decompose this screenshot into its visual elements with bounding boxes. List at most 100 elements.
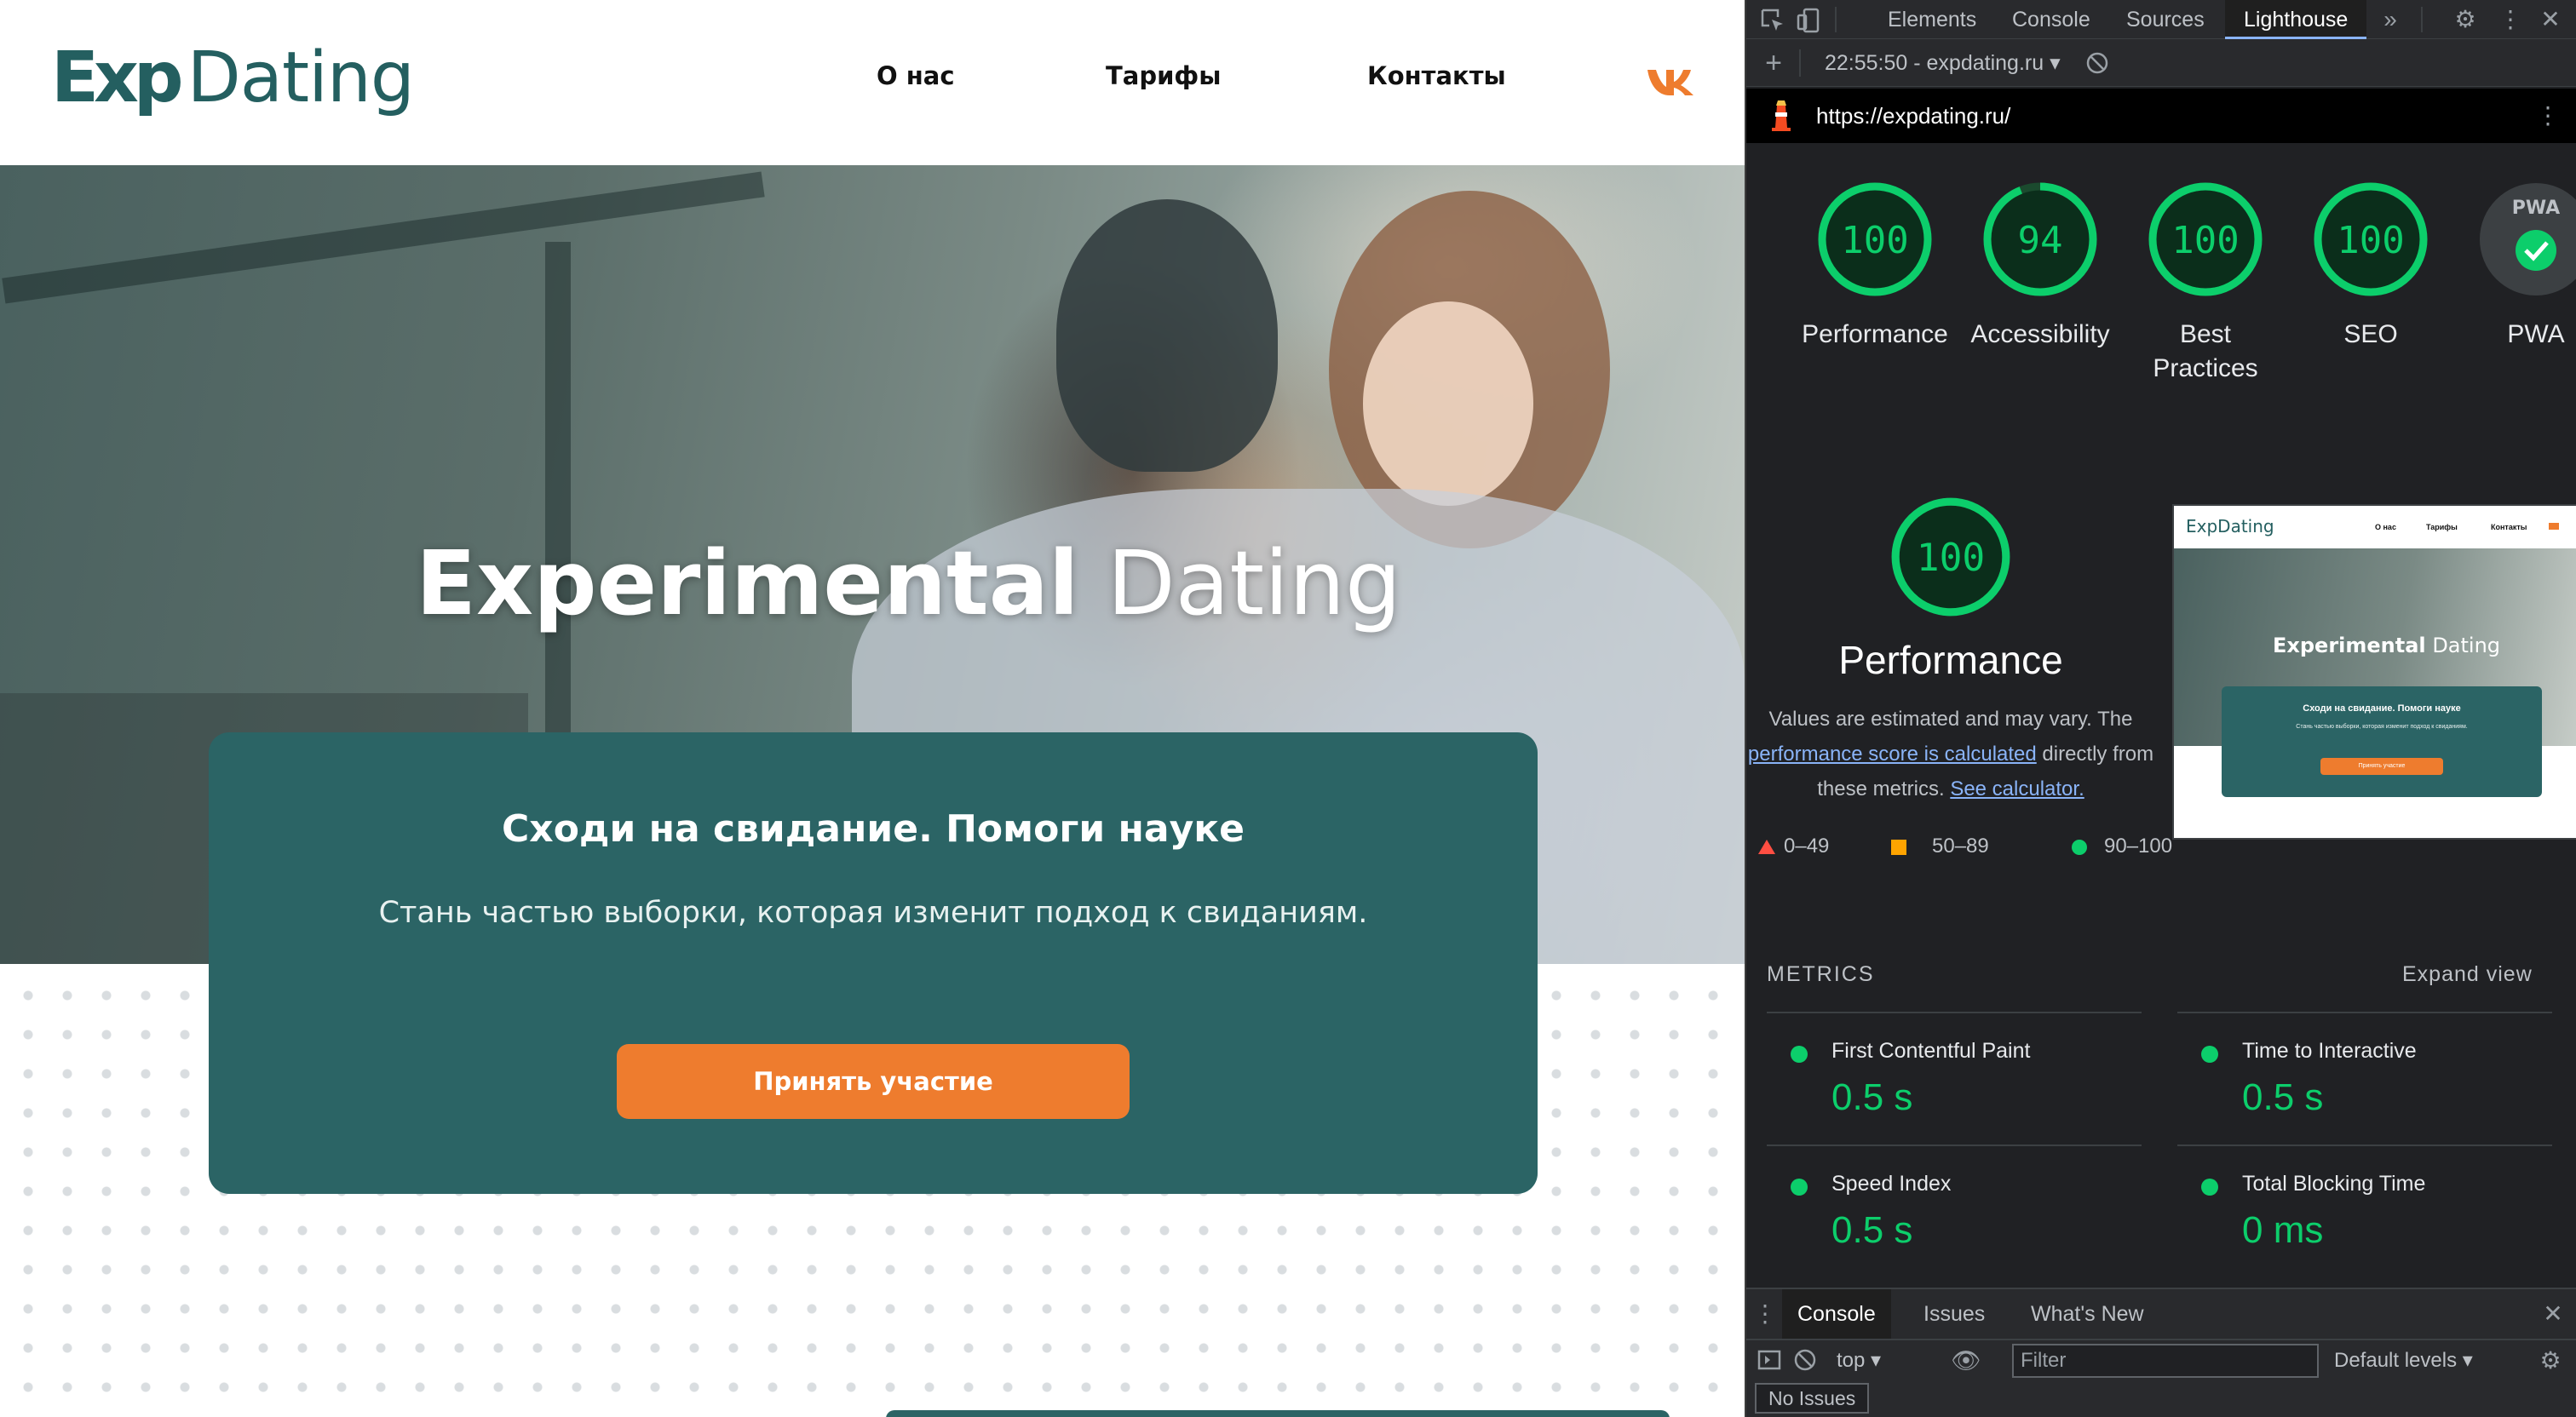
metric-name: Speed Index xyxy=(1831,1172,1952,1196)
fail-triangle-icon xyxy=(1758,840,1775,855)
device-toolbar-icon[interactable] xyxy=(1796,7,1823,34)
drawer-close-icon[interactable]: ✕ xyxy=(2539,1293,2567,1335)
gauge-value-performance: 100 xyxy=(1841,219,1908,262)
average-square-icon xyxy=(1891,839,1906,855)
perf-score-link[interactable]: performance score is calculated xyxy=(1748,743,2037,766)
chevron-down-icon: ▾ xyxy=(2050,51,2061,75)
clear-console-icon[interactable] xyxy=(1792,1347,1818,1373)
tab-lighthouse[interactable]: Lighthouse xyxy=(2225,0,2367,39)
final-screenshot-thumbnail[interactable]: ExpDating О нас Тарифы Контакты Experime… xyxy=(2172,504,2576,840)
hero-title: Experimental Dating xyxy=(416,531,1402,635)
gauge-pwa[interactable]: PWA PWA xyxy=(2472,175,2576,352)
report-menu-icon[interactable]: ⋮ xyxy=(2535,97,2561,135)
metric-value: 0.5 s xyxy=(1831,1076,1913,1118)
hero-background-beam xyxy=(2,171,765,304)
new-report-plus-icon[interactable]: + xyxy=(1758,43,1789,83)
report-selector[interactable]: 22:55:50 - expdating.ru ▾ xyxy=(1825,39,2061,87)
vk-icon[interactable] xyxy=(1646,66,1695,95)
gauge-performance[interactable]: 100 Performance xyxy=(1802,175,1948,352)
legend-average: 50–89 xyxy=(1891,835,1989,858)
nav-contacts[interactable]: Контакты xyxy=(1367,61,1506,90)
thumb-nav-pricing: Тарифы xyxy=(2426,523,2458,531)
metrics-header: METRICS xyxy=(1767,962,1875,986)
console-filter-input[interactable]: Filter xyxy=(2012,1344,2319,1378)
drawer-tab-whats-new[interactable]: What's New xyxy=(2031,1289,2144,1339)
pass-circle-icon xyxy=(2072,839,2087,855)
performance-section-title: Performance xyxy=(1838,638,2063,682)
show-sidebar-icon[interactable] xyxy=(1757,1347,1782,1373)
report-url[interactable]: https://expdating.ru/ xyxy=(1816,89,2010,143)
devtools-tabbar: Elements Console Sources Lighthouse » ⚙ … xyxy=(1746,0,2576,39)
metric-value: 0.5 s xyxy=(2242,1076,2324,1118)
perf-desc-line-3: these metrics. xyxy=(1817,777,1945,800)
metric-value: 0 ms xyxy=(2242,1209,2324,1251)
settings-gear-icon[interactable]: ⚙ xyxy=(2448,0,2482,39)
thumb-cta: Принять участие xyxy=(2320,758,2443,775)
gauge-value-best-practices: 100 xyxy=(2171,219,2239,262)
tab-elements[interactable]: Elements xyxy=(1888,0,1976,39)
card-title: Сходи на свидание. Помоги науке xyxy=(502,807,1245,851)
hero-card: Сходи на свидание. Помоги науке Стань ча… xyxy=(209,732,1538,1194)
tab-sources[interactable]: Sources xyxy=(2126,0,2205,39)
gauge-best-practices[interactable]: 100 Best Practices xyxy=(2142,175,2269,386)
participate-button[interactable]: Принять участие xyxy=(617,1044,1130,1119)
thumb-nav-about: О нас xyxy=(2375,523,2396,531)
pass-circle-icon xyxy=(2201,1179,2218,1196)
devtools-panel: Elements Console Sources Lighthouse » ⚙ … xyxy=(1745,0,2576,1417)
thumb-card: Сходи на свидание. Помоги науке Стань ча… xyxy=(2222,686,2542,797)
performance-big-gauge-value: 100 xyxy=(1917,536,1986,580)
gauge-value-seo: 100 xyxy=(2337,219,2404,262)
drawer-divider xyxy=(1746,1339,2576,1340)
gauge-ring-best-practices: 100 xyxy=(2148,182,2263,296)
pass-circle-icon xyxy=(1791,1179,1808,1196)
lighthouse-toolbar: + 22:55:50 - expdating.ru ▾ xyxy=(1746,39,2576,87)
tabbar-divider-2 xyxy=(2421,7,2423,32)
metric-name: First Contentful Paint xyxy=(1831,1039,2031,1063)
gauge-accessibility[interactable]: 94 Accessibility xyxy=(1970,175,2110,352)
nav-pricing[interactable]: Тарифы xyxy=(1106,61,1221,90)
metric-speed-index: Speed Index 0.5 s xyxy=(1767,1144,2142,1276)
more-tabs-icon[interactable]: » xyxy=(2375,0,2406,39)
hero-figure-hair-left xyxy=(1056,199,1278,472)
close-icon[interactable]: ✕ xyxy=(2533,0,2567,39)
gauge-label-pwa: PWA xyxy=(2507,320,2565,348)
issues-counter[interactable]: No Issues xyxy=(1755,1383,1870,1414)
see-calculator-link[interactable]: See calculator. xyxy=(1950,777,2084,800)
inspect-element-icon[interactable] xyxy=(1760,8,1785,33)
drawer-tab-console[interactable]: Console xyxy=(1782,1289,1891,1339)
metric-tti: Time to Interactive 0.5 s xyxy=(2177,1012,2552,1143)
metric-tbt: Total Blocking Time 0 ms xyxy=(2177,1144,2552,1276)
metric-value: 0.5 s xyxy=(1831,1209,1913,1251)
lighthouse-logo-icon xyxy=(1772,100,1791,131)
site-logo[interactable]: Exp Dating xyxy=(51,36,415,121)
gauge-ring-accessibility: 94 xyxy=(1983,182,2097,296)
thumb-card-subtitle: Стань частью выборки, которая изменит по… xyxy=(2296,724,2468,730)
next-section-edge xyxy=(886,1410,1670,1417)
drawer-menu-icon[interactable]: ⋮ xyxy=(1753,1293,1777,1335)
thumb-hero-title: Experimental Dating xyxy=(2273,634,2501,657)
live-expression-eye-icon[interactable]: 👁 xyxy=(1947,1345,1985,1376)
gauge-ring-performance: 100 xyxy=(1818,182,1932,296)
drawer-tab-issues[interactable]: Issues xyxy=(1923,1289,1985,1339)
gauge-label-accessibility: Accessibility xyxy=(1970,320,2110,348)
thumb-vk-icon xyxy=(2549,523,2559,530)
thumb-card-title: Сходи на свидание. Помоги науке xyxy=(2303,703,2461,714)
svg-text:PWA: PWA xyxy=(2512,198,2560,219)
expand-view-toggle[interactable]: Expand view xyxy=(2402,962,2533,987)
console-settings-icon[interactable]: ⚙ xyxy=(2533,1342,2567,1380)
pass-circle-icon xyxy=(1791,1046,1808,1063)
perf-desc-line-2: directly from xyxy=(2042,743,2154,766)
legend-fail: 0–49 xyxy=(1758,835,1829,858)
performance-description: Values are estimated and may vary. The p… xyxy=(1746,702,2155,806)
gauge-label-best-practices: Best Practices xyxy=(2153,320,2258,382)
nav-about[interactable]: О нас xyxy=(877,61,955,90)
log-levels-select[interactable]: Default levels ▾ xyxy=(2334,1345,2473,1376)
gauge-seo[interactable]: 100 SEO xyxy=(2307,175,2435,352)
kebab-menu-icon[interactable]: ⋮ xyxy=(2496,0,2525,39)
pwa-badge-icon: PWA xyxy=(2480,183,2576,295)
tab-console[interactable]: Console xyxy=(2012,0,2090,39)
context-selector[interactable]: top ▾ xyxy=(1828,1345,1881,1376)
clear-reports-icon[interactable] xyxy=(2085,51,2109,75)
metric-fcp: First Contentful Paint 0.5 s xyxy=(1767,1012,2142,1143)
gauge-ring-seo: 100 xyxy=(2314,182,2428,296)
